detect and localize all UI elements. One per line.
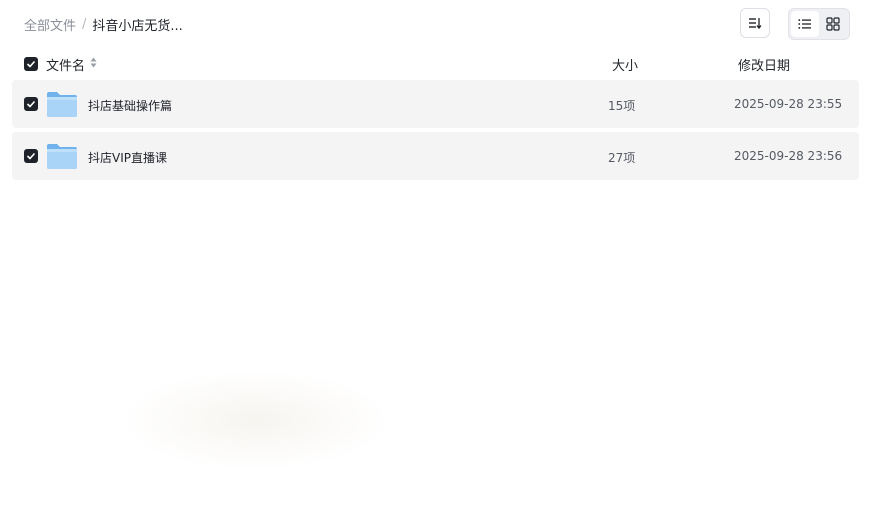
grid-view-button[interactable] <box>819 11 847 37</box>
file-list: 抖店基础操作篇 15项 2025-09-28 23:55 抖店VIP直播课 27… <box>12 80 859 184</box>
background-decoration <box>120 370 390 470</box>
table-header: 文件名 大小 修改日期 <box>12 52 859 76</box>
sort-lines-icon <box>749 18 762 29</box>
table-row[interactable]: 抖店VIP直播课 27项 2025-09-28 23:56 <box>12 132 859 180</box>
view-toggle <box>788 8 850 40</box>
breadcrumb: 全部文件 / 抖音小店无货... <box>24 14 183 34</box>
select-all-checkbox[interactable] <box>24 57 38 71</box>
column-header-name[interactable]: 文件名 <box>46 55 97 74</box>
column-header-size[interactable]: 大小 <box>612 55 638 74</box>
breadcrumb-root-link[interactable]: 全部文件 <box>24 15 76 34</box>
checkmark-icon <box>26 60 36 68</box>
sort-button[interactable] <box>740 8 770 38</box>
file-size: 27项 <box>608 151 636 165</box>
file-size: 15项 <box>608 99 636 113</box>
folder-icon <box>47 92 77 117</box>
file-modified-date: 2025-09-28 23:56 <box>734 149 843 163</box>
file-modified-date: 2025-09-28 23:55 <box>734 97 843 111</box>
list-view-icon <box>798 19 811 29</box>
breadcrumb-separator: / <box>82 16 87 32</box>
sort-toggle-icon <box>90 57 97 72</box>
row-checkbox[interactable] <box>24 97 38 111</box>
breadcrumb-current-folder: 抖音小店无货... <box>92 18 183 34</box>
file-name[interactable]: 抖店VIP直播课 <box>88 149 167 166</box>
table-row[interactable]: 抖店基础操作篇 15项 2025-09-28 23:55 <box>12 80 859 128</box>
row-checkbox[interactable] <box>24 149 38 163</box>
folder-icon <box>47 144 77 169</box>
grid-view-icon <box>826 17 840 31</box>
list-view-button[interactable] <box>791 11 819 37</box>
column-header-modified[interactable]: 修改日期 <box>738 55 790 74</box>
checkmark-icon <box>26 152 36 160</box>
column-header-name-label: 文件名 <box>46 59 86 74</box>
file-name[interactable]: 抖店基础操作篇 <box>88 97 172 114</box>
checkmark-icon <box>26 100 36 108</box>
